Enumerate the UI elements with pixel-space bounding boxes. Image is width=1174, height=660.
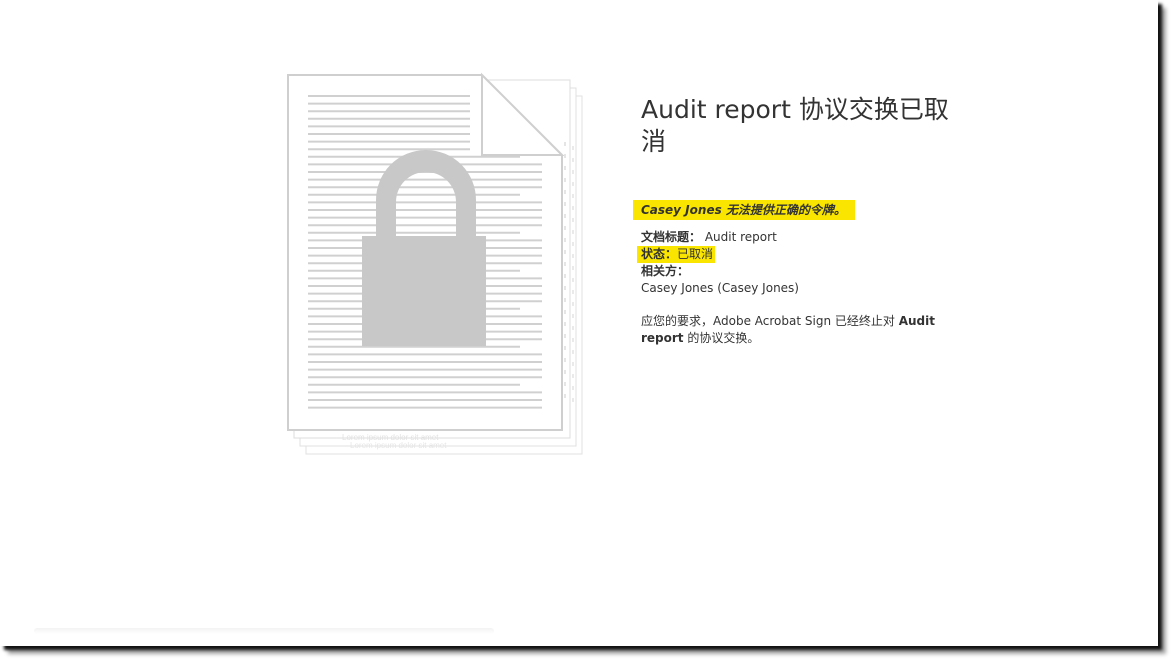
parties-label: 相关方：	[641, 264, 690, 278]
lock-body	[362, 236, 486, 346]
status-value: 已取消	[677, 247, 714, 261]
back-page-text-2: Lorem ipsum dolor sit amet	[350, 441, 447, 450]
status-row: 状态：已取消	[637, 246, 961, 263]
agreement-info-panel: Audit report 协议交换已取消 Casey Jones 无法提供正确的…	[633, 94, 961, 347]
page-shadow	[34, 628, 494, 634]
message-prefix: 应您的要求，Adobe Acrobat Sign 已经终止对	[641, 314, 899, 328]
document-title-row: 文档标题： Audit report	[641, 229, 961, 246]
locked-document-icon: Lorem ipsum dolor sit amet Lorem ipsum d…	[284, 72, 596, 464]
parties-label-row: 相关方：	[641, 263, 961, 280]
document-title-value: Audit report	[704, 230, 777, 244]
parties-value-row: Casey Jones (Casey Jones)	[641, 280, 961, 297]
document-title-label: 文档标题：	[641, 230, 702, 244]
locked-document-graphic: Lorem ipsum dolor sit amet Lorem ipsum d…	[287, 72, 583, 455]
page-frame: Lorem ipsum dolor sit amet Lorem ipsum d…	[0, 0, 1158, 646]
cancellation-message: 应您的要求，Adobe Acrobat Sign 已经终止对 Audit rep…	[641, 313, 961, 347]
alert-banner: Casey Jones 无法提供正确的令牌。	[633, 200, 855, 220]
status-highlight: 状态：已取消	[637, 246, 716, 263]
message-suffix: 的协议交换。	[683, 331, 760, 345]
page-title: Audit report 协议交换已取消	[641, 95, 949, 156]
parties-value: Casey Jones (Casey Jones)	[641, 281, 799, 295]
status-label: 状态：	[641, 247, 678, 261]
